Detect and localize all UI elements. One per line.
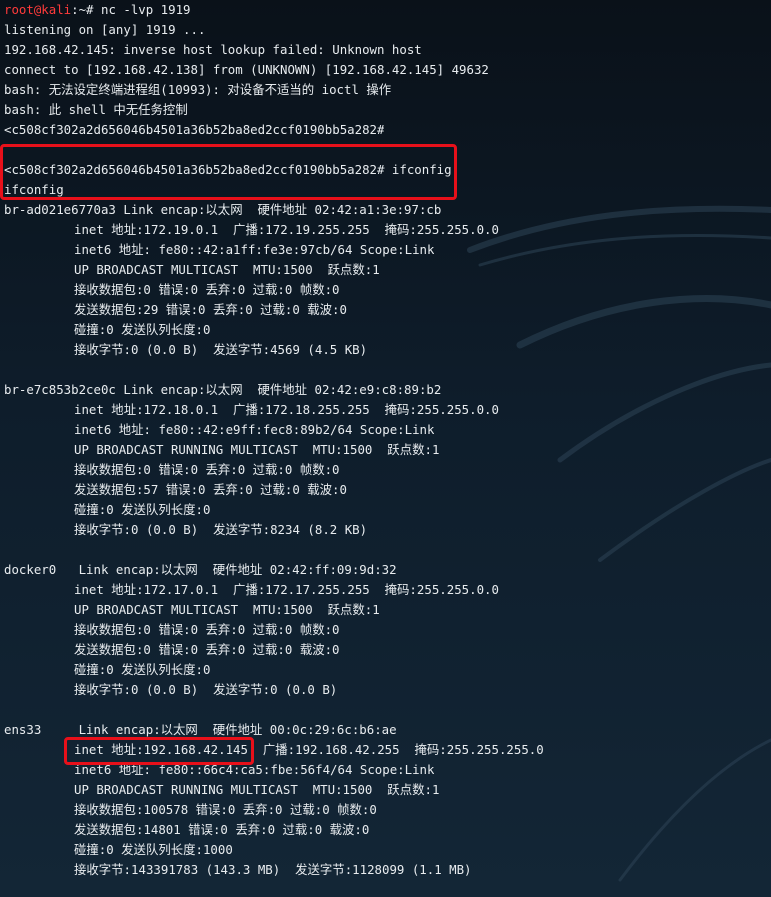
prompt-command: nc -lvp 1919	[93, 2, 191, 17]
terminal-output-line: inet 地址:172.17.0.1 广播:172.17.255.255 掩码:…	[74, 582, 499, 597]
terminal-output-line: 192.168.42.145: inverse host lookup fail…	[4, 42, 422, 57]
terminal-prompt-line: root@kali:~# nc -lvp 1919	[4, 0, 191, 20]
terminal-output-line: 接收数据包:0 错误:0 丢弃:0 过载:0 帧数:0	[74, 282, 340, 297]
highlight-ifconfig-command	[0, 144, 457, 200]
terminal-output-line: <c508cf302a2d656046b4501a36b52ba8ed2ccf0…	[4, 122, 385, 137]
terminal-output-line: 发送数据包:0 错误:0 丢弃:0 过载:0 载波:0	[74, 642, 340, 657]
prompt-path: :~#	[71, 2, 94, 17]
terminal-output-line: 碰撞:0 发送队列长度:0	[74, 502, 211, 517]
terminal-output-line: br-e7c853b2ce0c Link encap:以太网 硬件地址 02:4…	[4, 382, 442, 397]
terminal-output-line: br-ad021e6770a3 Link encap:以太网 硬件地址 02:4…	[4, 202, 442, 217]
terminal-output-line: listening on [any] 1919 ...	[4, 22, 206, 37]
terminal-output-line: 碰撞:0 发送队列长度:0	[74, 322, 211, 337]
terminal-output-line: 发送数据包:29 错误:0 丢弃:0 过载:0 载波:0	[74, 302, 347, 317]
terminal-output-line: 接收字节:0 (0.0 B) 发送字节:0 (0.0 B)	[74, 682, 338, 697]
terminal-output-line: 接收数据包:100578 错误:0 丢弃:0 过载:0 帧数:0	[74, 802, 377, 817]
terminal-output-line: inet6 地址: fe80::42:e9ff:fec8:89b2/64 Sco…	[74, 422, 435, 437]
terminal-output-line: 接收数据包:0 错误:0 丢弃:0 过载:0 帧数:0	[74, 462, 340, 477]
terminal-output-line: inet 地址:172.19.0.1 广播:172.19.255.255 掩码:…	[74, 222, 499, 237]
terminal-output-line: UP BROADCAST RUNNING MULTICAST MTU:1500 …	[74, 782, 440, 797]
terminal-output-line: UP BROADCAST MULTICAST MTU:1500 跃点数:1	[74, 262, 380, 277]
terminal-output-line: 碰撞:0 发送队列长度:0	[74, 662, 211, 677]
terminal-output-line: inet6 地址: fe80::42:a1ff:fe3e:97cb/64 Sco…	[74, 242, 435, 257]
terminal-output-line: 接收字节:143391783 (143.3 MB) 发送字节:1128099 (…	[74, 862, 472, 877]
terminal-output-line: inet 地址:172.18.0.1 广播:172.18.255.255 掩码:…	[74, 402, 499, 417]
terminal-output-line: 接收字节:0 (0.0 B) 发送字节:4569 (4.5 KB)	[74, 342, 368, 357]
terminal-output-line: 碰撞:0 发送队列长度:1000	[74, 842, 233, 857]
prompt-user-host: root@kali	[4, 2, 72, 17]
highlight-target-ip	[64, 737, 254, 765]
terminal-output-line: 发送数据包:57 错误:0 丢弃:0 过载:0 载波:0	[74, 482, 347, 497]
terminal-output-line: UP BROADCAST RUNNING MULTICAST MTU:1500 …	[74, 442, 440, 457]
terminal-output-line: docker0 Link encap:以太网 硬件地址 02:42:ff:09:…	[4, 562, 397, 577]
terminal-output-line: connect to [192.168.42.138] from (UNKNOW…	[4, 62, 489, 77]
terminal-output-line: bash: 此 shell 中无任务控制	[4, 102, 188, 117]
terminal-output-line: bash: 无法设定终端进程组(10993): 对设备不适当的 ioctl 操作	[4, 82, 392, 97]
terminal-output-line: 接收字节:0 (0.0 B) 发送字节:8234 (8.2 KB)	[74, 522, 368, 537]
terminal-output-line: UP BROADCAST MULTICAST MTU:1500 跃点数:1	[74, 602, 380, 617]
terminal-output-line: 接收数据包:0 错误:0 丢弃:0 过载:0 帧数:0	[74, 622, 340, 637]
terminal-output-line: 发送数据包:14801 错误:0 丢弃:0 过载:0 载波:0	[74, 822, 370, 837]
